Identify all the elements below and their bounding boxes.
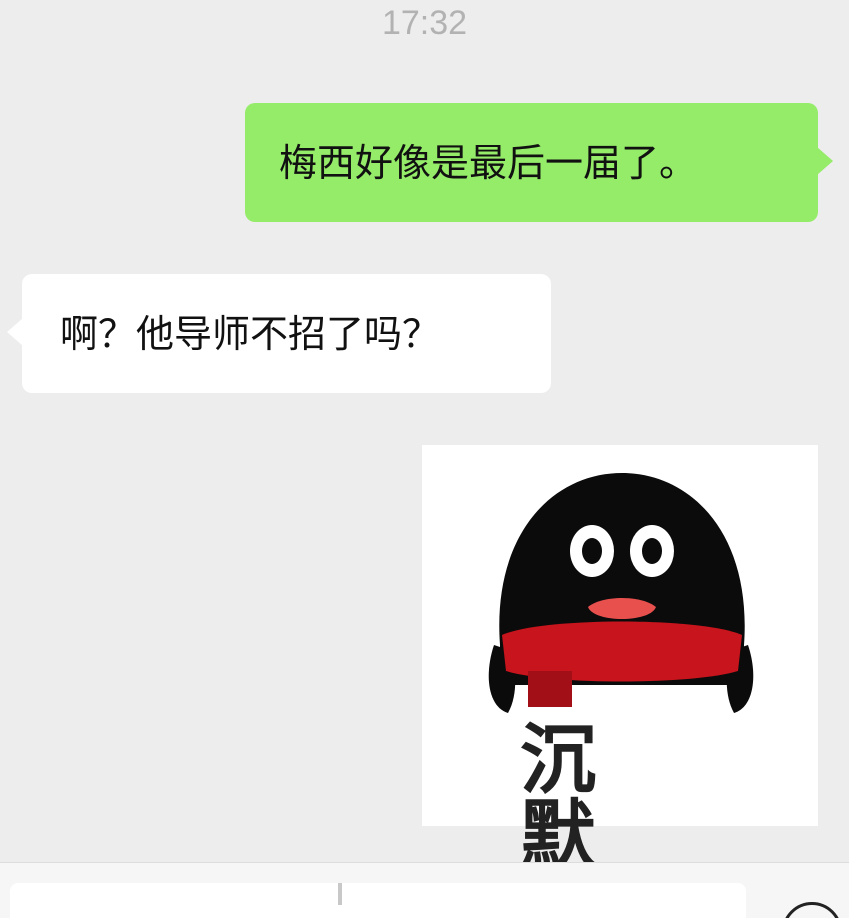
message-timestamp: 17:32: [381, 4, 468, 42]
text-cursor: [338, 883, 342, 905]
sticker-caption: 沉默: [520, 715, 632, 880]
emoji-icon[interactable]: [782, 902, 842, 918]
sent-message-bubble[interactable]: 梅西好像是最后一届了。: [245, 103, 818, 222]
chat-screen: 17:32 梅西好像是最后一届了。 啊？他导师不招了吗？ 沉默: [0, 0, 849, 918]
input-bar: [0, 862, 849, 918]
sent-bubble-tail: [817, 147, 833, 175]
received-message-bubble[interactable]: 啊？他导师不招了吗？: [22, 274, 551, 393]
received-bubble-tail: [7, 318, 23, 346]
message-input[interactable]: [10, 883, 746, 918]
